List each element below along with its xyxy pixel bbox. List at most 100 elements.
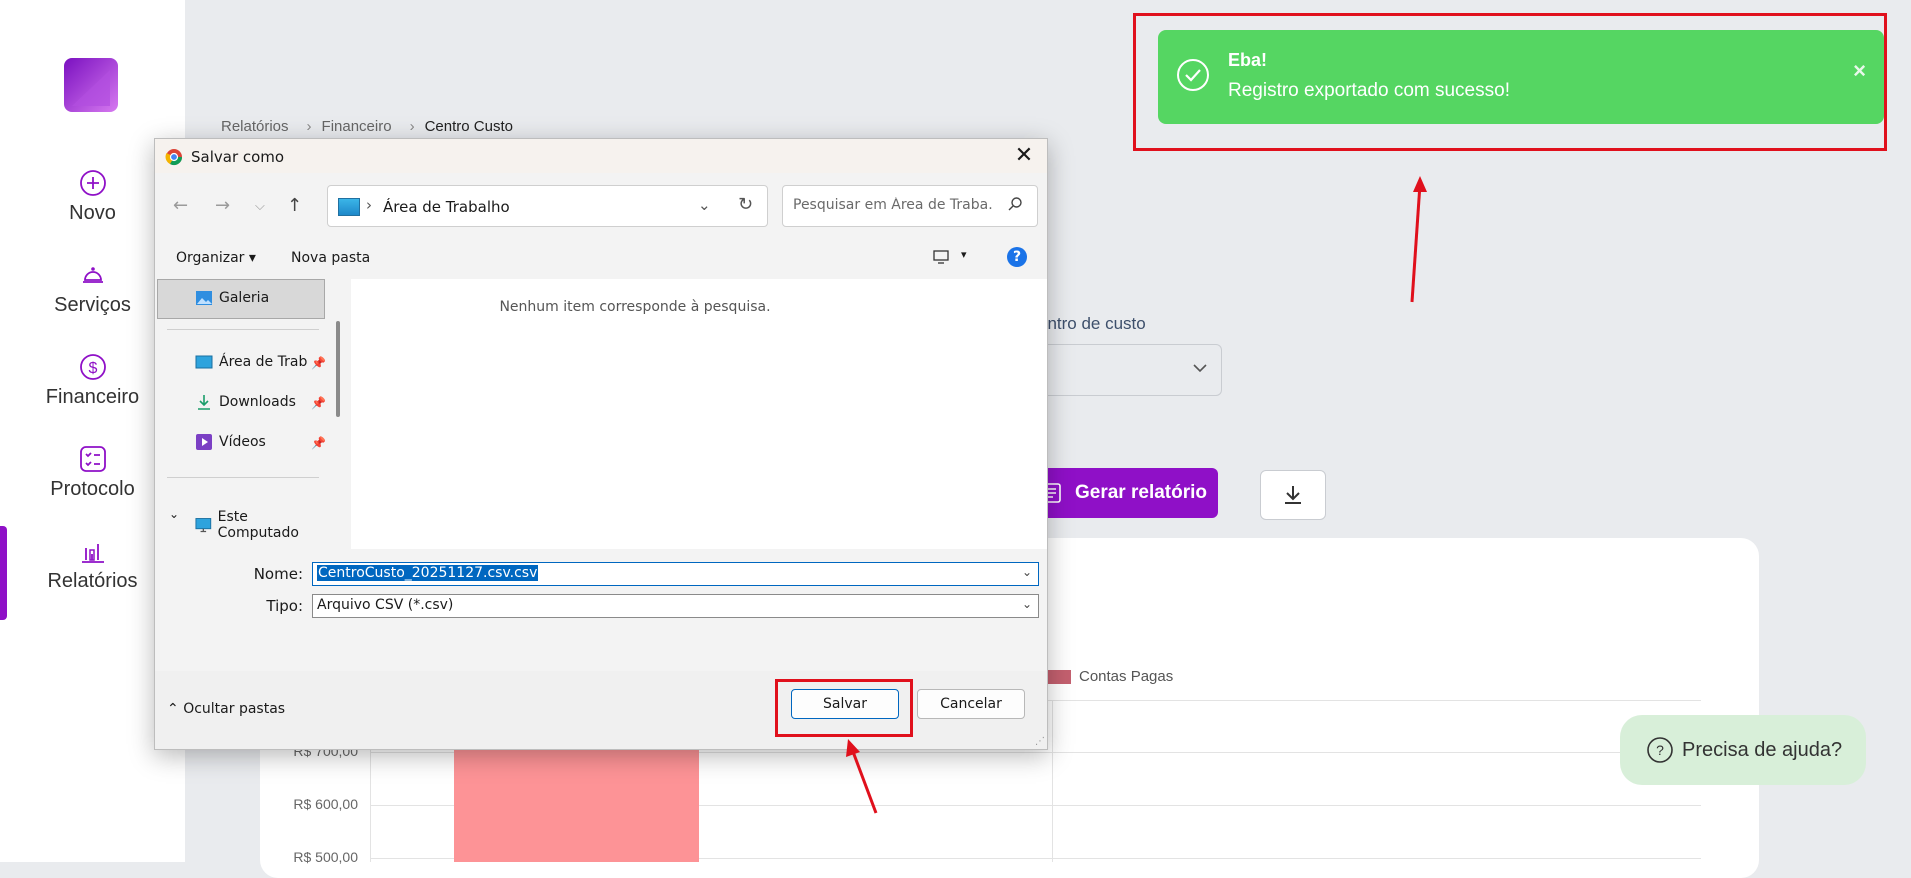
gallery-icon: [196, 291, 212, 305]
dialog-footer: ⌃ Ocultar pastas Salvar Cancelar ⋰: [155, 671, 1047, 749]
nav-item-galeria-label[interactable]: Galeria: [195, 289, 269, 307]
nav-item-this-pc[interactable]: Este Computado: [195, 509, 325, 541]
pin-icon[interactable]: 📌: [311, 356, 326, 370]
pin-icon[interactable]: 📌: [311, 436, 326, 450]
organize-menu[interactable]: Organizar ▾: [176, 250, 256, 266]
nav-label: Galeria: [219, 290, 270, 306]
annotation-arrow-save: [846, 739, 878, 814]
question-circle-icon: ?: [1647, 737, 1673, 763]
desktop-folder-icon: [195, 355, 213, 369]
navigation-pane: Galeria Área de Trab 📌 Downloads 📌 Vídeo…: [157, 279, 326, 549]
scrollbar-thumb[interactable]: [336, 321, 340, 417]
cost-center-select[interactable]: [1038, 344, 1222, 396]
nav-item-videos[interactable]: Vídeos: [195, 433, 266, 451]
close-button[interactable]: ✕: [1011, 143, 1037, 169]
filename-value: CentroCusto_20251127.csv.csv: [317, 565, 539, 581]
save-as-dialog: Salvar como ✕ ← → ⌵ ↑ › Área de Trabalho…: [154, 138, 1048, 750]
chevron-down-icon: [1193, 364, 1207, 373]
scrollbar[interactable]: [333, 279, 343, 549]
annotation-highlight-save: [775, 679, 913, 737]
dialog-titlebar[interactable]: Salvar como ✕: [155, 139, 1047, 173]
chevron-right-icon: ›: [409, 118, 415, 135]
annotation-arrow-toast: [1410, 176, 1427, 303]
desktop-folder-icon: [338, 198, 360, 216]
chevron-down-icon[interactable]: ⌄: [1022, 565, 1032, 579]
check-circle-icon: [1177, 59, 1209, 91]
svg-text:?: ?: [1656, 742, 1664, 758]
nav-label: Downloads: [219, 394, 296, 410]
chevron-right-icon: ›: [306, 118, 312, 135]
chevron-right-icon: ›: [366, 196, 372, 214]
y-tick-label: R$ 500,00: [293, 849, 358, 865]
y-tick-label: R$ 600,00: [293, 796, 358, 812]
app-logo[interactable]: [60, 56, 122, 118]
filename-field[interactable]: CentroCusto_20251127.csv.csv ⌄: [312, 562, 1039, 586]
toast-message: Registro exportado com sucesso!: [1228, 80, 1510, 101]
category-divider: [1052, 700, 1053, 862]
dialog-toolbar: Organizar ▾ Nova pasta ▾ ?: [155, 241, 1047, 275]
divider: [167, 477, 319, 478]
recent-dropdown-icon[interactable]: ⌵: [255, 199, 265, 214]
plus-circle-icon: [79, 170, 106, 196]
pin-icon[interactable]: 📌: [311, 396, 326, 410]
filetype-select[interactable]: Arquivo CSV (*.csv) ⌄: [312, 594, 1039, 618]
search-box[interactable]: [782, 185, 1038, 227]
hide-folders-label: Ocultar pastas: [183, 701, 286, 717]
legend-label: Contas Pagas: [1079, 668, 1174, 685]
chart-legend: Contas Pagas: [1046, 668, 1173, 685]
generate-report-button[interactable]: Gerar relatório: [1030, 468, 1218, 518]
breadcrumb-item[interactable]: Relatórios: [221, 118, 289, 135]
bar-chart-icon: [81, 544, 104, 563]
name-label: Nome:: [253, 565, 303, 583]
help-label: Precisa de ajuda?: [1682, 738, 1843, 761]
refresh-icon[interactable]: ↻: [738, 194, 753, 215]
chevron-down-icon[interactable]: ⌄: [698, 196, 711, 214]
chrome-icon: [165, 149, 183, 166]
resize-grip-icon[interactable]: ⋰: [1035, 736, 1045, 747]
address-path: Área de Trabalho: [383, 198, 510, 216]
empty-message: Nenhum item corresponde à pesquisa.: [499, 299, 771, 315]
dollar-circle-icon: $: [79, 354, 106, 380]
sidebar-item-label: Novo: [69, 202, 116, 224]
checklist-icon: [79, 446, 106, 472]
breadcrumb-current: Centro Custo: [424, 118, 513, 135]
hide-folders-button[interactable]: ⌃ Ocultar pastas: [167, 701, 285, 717]
up-arrow-icon[interactable]: ↑: [287, 195, 302, 216]
videos-icon: [196, 434, 212, 450]
download-icon: [1285, 486, 1301, 504]
toast-title: Eba!: [1228, 50, 1268, 70]
sidebar-item-label: Protocolo: [50, 478, 135, 500]
sidebar-item-label: Financeiro: [45, 386, 140, 408]
legend-swatch: [1046, 669, 1071, 684]
view-options-icon[interactable]: [933, 250, 949, 264]
bell-service-icon: [82, 267, 103, 283]
file-list[interactable]: Nenhum item corresponde à pesquisa.: [351, 279, 1047, 549]
breadcrumb-item[interactable]: Financeiro: [322, 118, 392, 135]
sidebar-item-label: Serviços: [54, 294, 131, 316]
download-icon: [198, 395, 210, 410]
cancel-button[interactable]: Cancelar: [917, 689, 1025, 719]
toast-close-icon[interactable]: ×: [1853, 58, 1866, 84]
filter-label: entro de custo: [1038, 314, 1146, 333]
nav-label: Vídeos: [219, 434, 266, 450]
sidebar-item-label: Relatórios: [47, 570, 138, 592]
help-icon[interactable]: ?: [1007, 247, 1027, 267]
filetype-value: Arquivo CSV (*.csv): [317, 597, 454, 613]
download-button[interactable]: [1260, 470, 1326, 520]
forward-arrow-icon[interactable]: →: [215, 195, 230, 216]
back-arrow-icon[interactable]: ←: [173, 195, 188, 216]
type-label: Tipo:: [266, 597, 303, 615]
nav-label: Área de Trab: [219, 354, 308, 370]
success-toast: Eba! Registro exportado com sucesso! ×: [1158, 30, 1884, 124]
nav-item-downloads[interactable]: Downloads: [195, 393, 296, 411]
caret-down-icon[interactable]: ▾: [961, 248, 967, 261]
chevron-up-icon: ⌃: [167, 701, 179, 717]
new-folder-button[interactable]: Nova pasta: [291, 250, 370, 266]
help-button[interactable]: ? Precisa de ajuda?: [1620, 715, 1866, 785]
nav-item-desktop[interactable]: Área de Trab: [195, 353, 307, 371]
generate-report-label: Gerar relatório: [1075, 482, 1207, 503]
chevron-down-icon[interactable]: ⌄: [169, 507, 179, 521]
search-input[interactable]: [791, 196, 995, 214]
address-bar[interactable]: › Área de Trabalho ⌄ ↻: [327, 185, 768, 227]
chevron-down-icon: ⌄: [1021, 597, 1032, 611]
